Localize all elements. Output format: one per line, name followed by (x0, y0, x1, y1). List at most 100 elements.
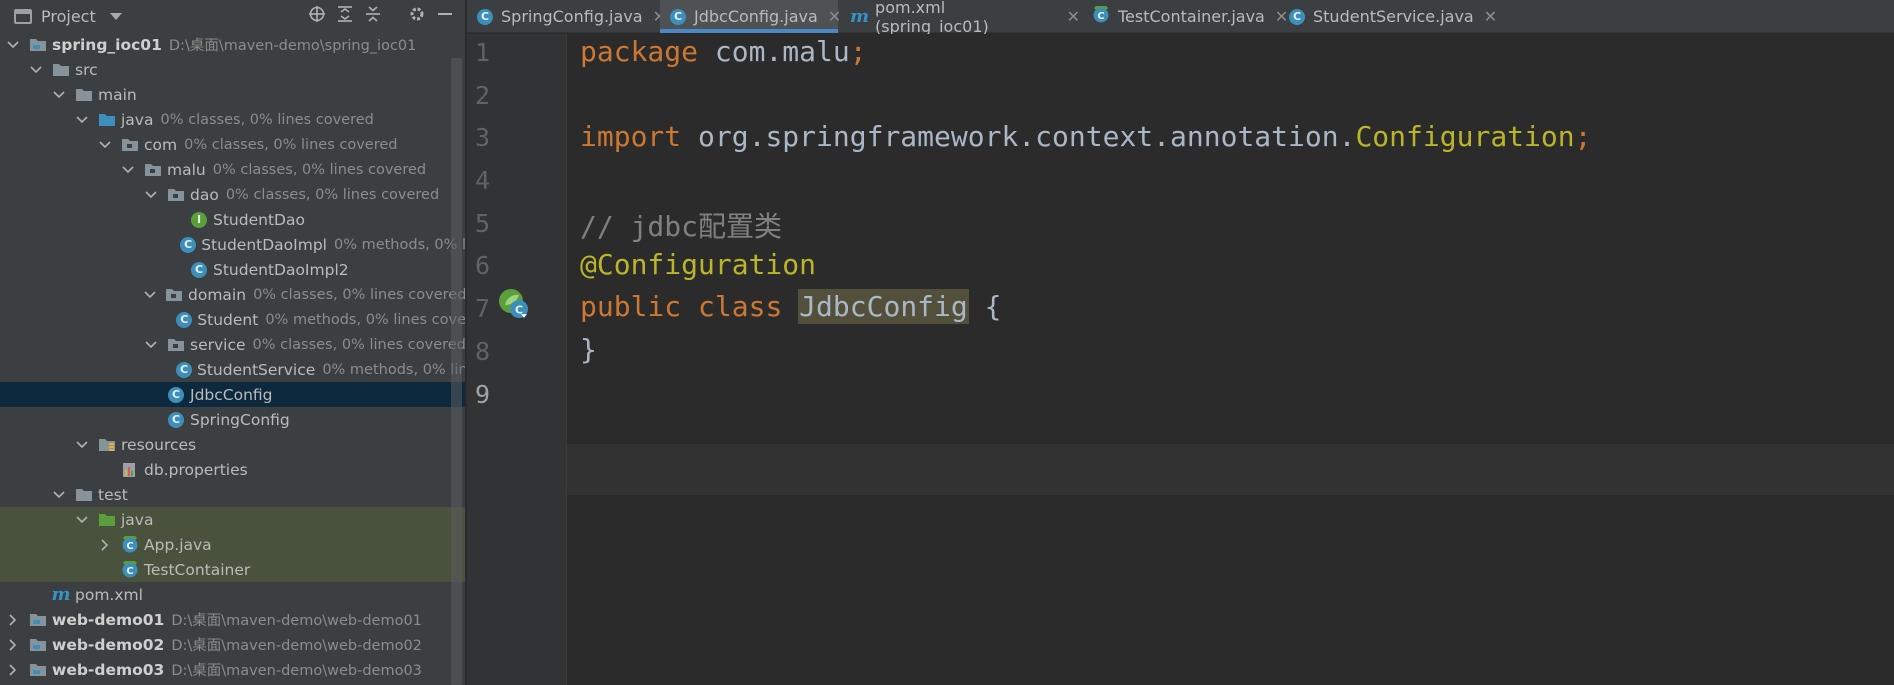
tree-item-label: malu (167, 160, 206, 179)
tree-item-web-demo01[interactable]: web-demo01 D:\桌面\maven-demo\web-demo01 (0, 607, 466, 632)
class-icon: C (180, 236, 197, 253)
tab-jdbcconfig-java[interactable]: C JdbcConfig.java ✕ (660, 0, 841, 33)
tab-studentservice-java[interactable]: C StudentService.java ✕ (1279, 0, 1497, 33)
chevron-right-icon[interactable] (6, 663, 20, 676)
tree-item-domain[interactable]: domain 0% classes, 0% lines covered (0, 282, 466, 307)
package-icon (167, 187, 185, 203)
maven-icon: m (51, 584, 71, 605)
chevron-right-icon[interactable] (98, 538, 112, 551)
class-icon: C (670, 8, 686, 25)
line-number: 5 (475, 209, 491, 238)
chevron-down-icon[interactable] (144, 190, 158, 199)
chevron-down-icon[interactable] (144, 290, 156, 299)
code-editor[interactable]: 1 2 3 4 5 6 7 8 9 C package com.malu; im… (467, 34, 1894, 685)
tree-item-studentservice[interactable]: C StudentService 0% methods, 0% lin (0, 357, 466, 382)
tree-item-malu[interactable]: malu 0% classes, 0% lines covered (0, 157, 466, 182)
svg-text:C: C (126, 566, 133, 577)
tree-item-student[interactable]: C Student 0% methods, 0% lines cove (0, 307, 466, 332)
chevron-down-icon[interactable] (52, 490, 66, 499)
chevron-down-icon[interactable] (29, 65, 43, 74)
chevron-down-icon[interactable] (75, 515, 89, 524)
chevron-down-icon[interactable] (121, 165, 135, 174)
folder-icon (52, 62, 70, 78)
select-opened-file-icon[interactable] (308, 5, 326, 23)
chevron-down-icon[interactable] (98, 140, 112, 149)
tree-scrollbar[interactable] (451, 58, 462, 685)
hide-panel-icon[interactable] (436, 5, 454, 23)
tab-testcontainer-java[interactable]: C TestContainer.java ✕ (1082, 0, 1288, 33)
code-line-7[interactable]: public class JdbcConfig { (580, 289, 1001, 324)
tree-item-pom-xml[interactable]: m pom.xml (0, 582, 466, 607)
test-root-icon (98, 512, 116, 528)
tree-item-spring-ioc01[interactable]: spring_ioc01 D:\桌面\maven-demo\spring_ioc… (0, 32, 466, 57)
tree-item-dao[interactable]: dao 0% classes, 0% lines covered (0, 182, 466, 207)
project-panel-title[interactable]: Project (41, 7, 96, 26)
code-line-1[interactable]: package com.malu; (580, 35, 867, 68)
module-folder-icon (29, 662, 47, 678)
gear-icon[interactable] (408, 5, 426, 23)
folder-icon (75, 487, 93, 503)
tree-item-web-demo03[interactable]: web-demo03 D:\桌面\maven-demo\web-demo03 (0, 657, 466, 682)
line-number: 4 (475, 166, 491, 195)
chevron-down-icon[interactable] (52, 90, 66, 99)
tree-item-test-java[interactable]: java (0, 507, 466, 532)
import-path: org.springframework.context.annotation. (681, 120, 1356, 153)
chevron-down-icon[interactable] (75, 115, 89, 124)
tree-item-service[interactable]: service 0% classes, 0% lines covered (0, 332, 466, 357)
coverage-text: 0% methods, 0% lin (322, 361, 466, 378)
tree-item-label: StudentDaoImpl (201, 235, 327, 254)
tree-item-path: D:\桌面\maven-demo\web-demo03 (171, 663, 422, 679)
keyword-package: package (580, 35, 699, 68)
tree-item-db-properties[interactable]: db.properties (0, 457, 466, 482)
test-class-icon: C (121, 535, 139, 553)
code-line-8[interactable]: } (580, 333, 597, 366)
tree-item-label: java (121, 110, 154, 129)
source-root-icon (98, 112, 116, 128)
tree-item-main[interactable]: main (0, 82, 466, 107)
tree-item-label: spring_ioc01 (52, 35, 162, 54)
tree-item-web-demo02[interactable]: web-demo02 D:\桌面\maven-demo\web-demo02 (0, 632, 466, 657)
module-folder-icon (29, 37, 47, 53)
chevron-down-icon[interactable] (6, 40, 20, 49)
tree-item-springconfig[interactable]: C SpringConfig (0, 407, 466, 432)
tree-item-resources[interactable]: resources (0, 432, 466, 457)
chevron-down-icon[interactable] (144, 340, 158, 349)
tree-item-path: D:\桌面\maven-demo\web-demo02 (171, 638, 422, 654)
line-number: 8 (475, 337, 491, 366)
annotation: @Configuration (580, 248, 817, 281)
close-icon[interactable]: ✕ (1484, 7, 1497, 26)
tree-item-test[interactable]: test (0, 482, 466, 507)
maven-icon: m (850, 6, 870, 27)
code-line-6[interactable]: @Configuration (580, 248, 816, 281)
coverage-text: 0% classes, 0% lines covered (184, 136, 398, 153)
module-folder-icon (29, 612, 47, 628)
tree-item-main-java[interactable]: java 0% classes, 0% lines covered (0, 107, 466, 132)
keyword-import: import (580, 120, 682, 153)
coverage-text: 0% methods, 0% lines cove (265, 311, 466, 328)
code-line-5[interactable]: // jdbc配置类 (580, 205, 782, 245)
chevron-down-icon[interactable] (75, 440, 89, 449)
tree-item-studentdaoimpl2[interactable]: C StudentDaoImpl2 (0, 257, 466, 282)
coverage-text: 0% classes, 0% lines covered (253, 286, 466, 303)
tree-item-label: App.java (144, 535, 212, 554)
close-icon[interactable]: ✕ (1067, 7, 1080, 26)
tree-item-src[interactable]: src (0, 57, 466, 82)
panel-divider[interactable] (465, 0, 466, 685)
tree-item-studentdaoimpl[interactable]: C StudentDaoImpl 0% methods, 0% l (0, 232, 466, 257)
collapse-all-icon[interactable] (364, 5, 382, 23)
spring-bean-gutter-icon[interactable]: C (497, 287, 531, 321)
chevron-right-icon[interactable] (6, 613, 20, 626)
tree-item-studentdao[interactable]: I StudentDao (0, 207, 466, 232)
tree-item-jdbcconfig[interactable]: C JdbcConfig (0, 382, 465, 407)
line-number: 1 (475, 38, 491, 67)
tree-item-app-java[interactable]: C App.java (0, 532, 466, 557)
code-line-3[interactable]: import org.springframework.context.annot… (580, 120, 1591, 153)
expand-all-icon[interactable] (336, 5, 354, 23)
tree-item-com[interactable]: com 0% classes, 0% lines covered (0, 132, 466, 157)
tab-springconfig-java[interactable]: C SpringConfig.java ✕ (467, 0, 666, 33)
view-selector-chevron-down-icon[interactable] (109, 13, 122, 20)
tree-item-testcontainer[interactable]: C TestContainer (0, 557, 466, 582)
tab-pom-xml[interactable]: m pom.xml (spring_ioc01) ✕ (840, 0, 1080, 36)
chevron-right-icon[interactable] (6, 638, 20, 651)
tree-item-label: com (144, 135, 178, 154)
